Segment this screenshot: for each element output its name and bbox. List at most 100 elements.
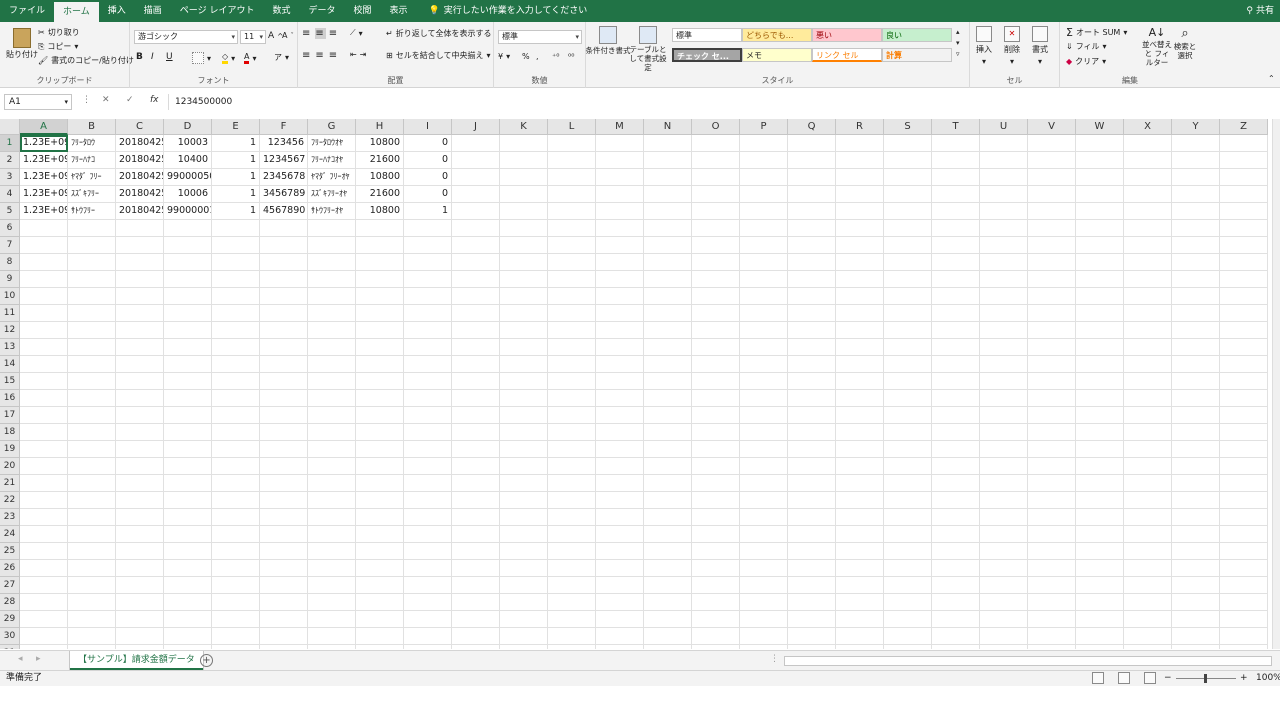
cell[interactable] (308, 288, 356, 305)
cell[interactable]: 99000001 (164, 203, 212, 220)
column-header-S[interactable]: S (884, 119, 932, 135)
cell[interactable] (788, 560, 836, 577)
cell[interactable] (548, 373, 596, 390)
cell[interactable] (500, 628, 548, 645)
cell[interactable] (1076, 577, 1124, 594)
cell[interactable] (68, 271, 116, 288)
row-header-5[interactable]: 5 (0, 203, 20, 220)
cell[interactable] (740, 492, 788, 509)
cell[interactable] (452, 611, 500, 628)
cell[interactable] (1076, 543, 1124, 560)
cell[interactable] (644, 220, 692, 237)
cell[interactable]: 1 (404, 203, 452, 220)
worksheet-grid[interactable]: A B C D E F G H I J K L M N O P Q R S T U V W X Y Z 1 1.23E+09 ﾌﾘｰﾀﾛ… (0, 119, 1270, 649)
cell[interactable] (1076, 458, 1124, 475)
cell[interactable] (308, 645, 356, 649)
cell[interactable] (548, 305, 596, 322)
cell[interactable] (1220, 475, 1268, 492)
cell[interactable] (692, 509, 740, 526)
cell[interactable] (836, 560, 884, 577)
cell[interactable] (644, 390, 692, 407)
cell[interactable] (212, 305, 260, 322)
cell[interactable] (500, 254, 548, 271)
column-header-I[interactable]: I (404, 119, 452, 135)
row-header-2[interactable]: 2 (0, 152, 20, 169)
cell[interactable] (1220, 458, 1268, 475)
cell[interactable] (644, 543, 692, 560)
currency-button[interactable]: ¥ ▾ (498, 52, 510, 61)
cell[interactable] (1076, 271, 1124, 288)
cell[interactable] (1172, 356, 1220, 373)
cell[interactable] (308, 577, 356, 594)
cell[interactable] (1172, 645, 1220, 649)
cell[interactable] (692, 254, 740, 271)
cell[interactable] (836, 186, 884, 203)
cell[interactable] (308, 390, 356, 407)
ribbon-tab-4[interactable]: ページ レイアウト (171, 0, 264, 22)
cell[interactable] (404, 526, 452, 543)
cell[interactable] (1220, 441, 1268, 458)
cell[interactable] (980, 373, 1028, 390)
cell[interactable] (740, 458, 788, 475)
cell[interactable]: 10800 (356, 169, 404, 186)
cell[interactable] (884, 390, 932, 407)
cell[interactable] (788, 577, 836, 594)
cell[interactable] (932, 628, 980, 645)
row-header-24[interactable]: 24 (0, 526, 20, 543)
cell[interactable] (20, 526, 68, 543)
cell[interactable] (1124, 220, 1172, 237)
cell[interactable] (836, 152, 884, 169)
cell[interactable] (1124, 526, 1172, 543)
cell[interactable] (884, 475, 932, 492)
cell[interactable] (692, 628, 740, 645)
cell[interactable] (20, 560, 68, 577)
cell[interactable] (1172, 560, 1220, 577)
cell[interactable] (1076, 526, 1124, 543)
cell[interactable] (20, 645, 68, 649)
cell[interactable] (68, 475, 116, 492)
cell[interactable] (1028, 560, 1076, 577)
cell[interactable] (356, 441, 404, 458)
cell[interactable] (68, 373, 116, 390)
cell[interactable] (980, 237, 1028, 254)
cell[interactable] (740, 543, 788, 560)
cell[interactable] (164, 237, 212, 254)
cell[interactable] (356, 322, 404, 339)
cell[interactable] (212, 543, 260, 560)
cell[interactable] (164, 560, 212, 577)
cell[interactable] (356, 288, 404, 305)
cell[interactable] (1220, 169, 1268, 186)
cell[interactable] (68, 594, 116, 611)
row-header-21[interactable]: 21 (0, 475, 20, 492)
vertical-scrollbar[interactable] (1272, 119, 1280, 649)
cell[interactable] (644, 186, 692, 203)
cell[interactable]: ｻﾄｳﾌﾘｰｵﾔ (308, 203, 356, 220)
cell[interactable] (1172, 339, 1220, 356)
cell[interactable] (740, 203, 788, 220)
cell[interactable]: 1.23E+09 (20, 203, 68, 220)
decrease-decimal-button[interactable]: ⁰⁰ (568, 52, 574, 61)
cell[interactable] (596, 305, 644, 322)
cell[interactable]: 1 (212, 135, 260, 152)
cell[interactable] (1220, 594, 1268, 611)
cell[interactable] (932, 169, 980, 186)
cell[interactable] (692, 611, 740, 628)
cell[interactable] (548, 356, 596, 373)
cell[interactable] (980, 560, 1028, 577)
cell[interactable] (596, 271, 644, 288)
cell[interactable] (212, 271, 260, 288)
cell[interactable] (1076, 390, 1124, 407)
cell[interactable] (596, 407, 644, 424)
cell[interactable] (164, 407, 212, 424)
cell[interactable]: 1 (212, 186, 260, 203)
cell[interactable] (932, 543, 980, 560)
cell[interactable]: ﾔﾏﾀﾞ ﾌﾘｰ (68, 169, 116, 186)
cell[interactable] (740, 475, 788, 492)
cell[interactable]: 1 (212, 169, 260, 186)
cell[interactable] (596, 254, 644, 271)
cell[interactable] (1172, 526, 1220, 543)
cell[interactable] (1076, 152, 1124, 169)
row-header-6[interactable]: 6 (0, 220, 20, 237)
cell[interactable] (1076, 220, 1124, 237)
cell[interactable] (1220, 390, 1268, 407)
